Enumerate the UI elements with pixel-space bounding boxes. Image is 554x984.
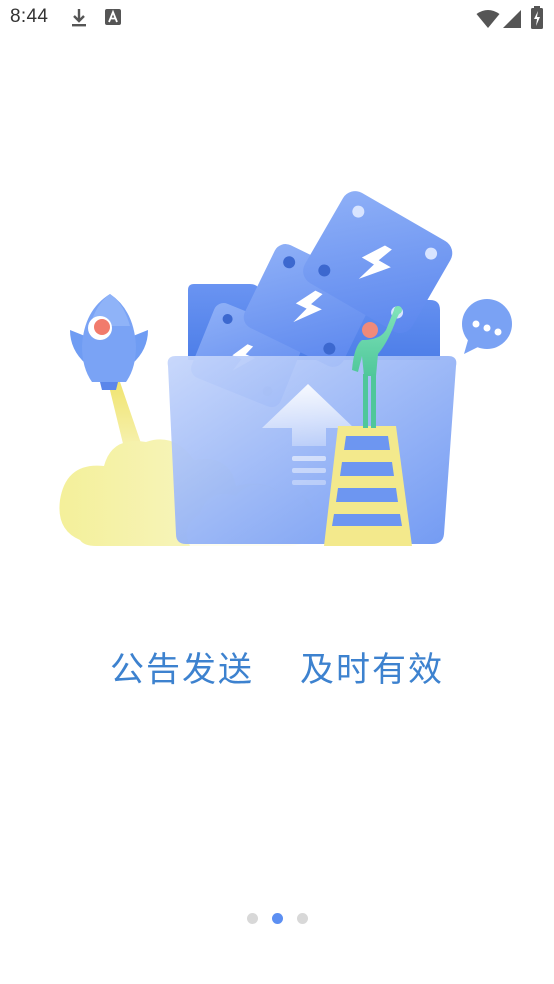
page-dot-3[interactable] — [296, 913, 308, 924]
page-indicator — [0, 913, 554, 927]
onboarding-slogan: 公告发送 及时有效 — [0, 645, 554, 695]
slogan-part-1: 公告发送 — [110, 650, 254, 690]
chat-bubble-icon — [462, 299, 512, 354]
page-dot-2-active[interactable] — [271, 913, 283, 924]
a-notification-icon — [104, 8, 122, 30]
rocket-icon — [70, 294, 148, 390]
battery-charging-icon — [530, 6, 544, 34]
onboarding-illustration — [40, 170, 530, 570]
download-icon — [70, 8, 88, 32]
page-dot-1[interactable] — [246, 913, 258, 924]
slogan-part-2: 及时有效 — [300, 650, 444, 690]
cellular-signal-icon — [502, 9, 522, 33]
status-time: 8:44 — [10, 6, 49, 27]
wifi-icon — [476, 9, 500, 33]
status-bar: 8:44 — [0, 0, 554, 36]
